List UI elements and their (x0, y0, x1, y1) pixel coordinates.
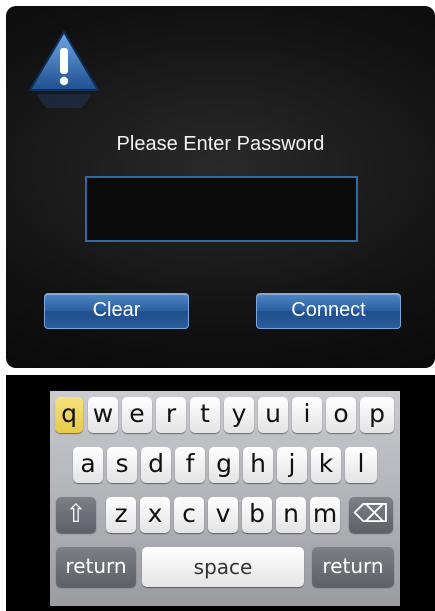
key-m[interactable]: m (310, 497, 340, 533)
key-y[interactable]: y (224, 397, 254, 433)
password-dialog: Please Enter Password Clear Connect (6, 6, 435, 368)
return-key-right[interactable]: return (312, 547, 394, 587)
key-d[interactable]: d (141, 447, 171, 483)
shift-key[interactable]: ⇧ (56, 497, 96, 533)
onscreen-keyboard: q w e r t y u i o p a s d f g h j k l ⇧ (50, 391, 400, 606)
clear-button[interactable]: Clear (44, 293, 189, 329)
backspace-key[interactable]: ⌫ (349, 497, 393, 533)
key-f[interactable]: f (175, 447, 205, 483)
key-z[interactable]: z (106, 497, 136, 533)
key-x[interactable]: x (140, 497, 170, 533)
key-t[interactable]: t (190, 397, 220, 433)
return-key-left[interactable]: return (56, 547, 136, 587)
key-a[interactable]: a (73, 447, 103, 483)
key-h[interactable]: h (243, 447, 273, 483)
key-u[interactable]: u (258, 397, 288, 433)
shift-icon: ⇧ (65, 499, 87, 528)
connect-button[interactable]: Connect (256, 293, 401, 329)
key-w[interactable]: w (88, 397, 118, 433)
password-input[interactable] (85, 176, 358, 242)
key-p[interactable]: p (360, 397, 394, 433)
key-e[interactable]: e (122, 397, 152, 433)
key-j[interactable]: j (277, 447, 307, 483)
key-g[interactable]: g (209, 447, 239, 483)
keyboard-area: q w e r t y u i o p a s d f g h j k l ⇧ (6, 375, 435, 611)
key-s[interactable]: s (107, 447, 137, 483)
key-c[interactable]: c (174, 497, 204, 533)
key-o[interactable]: o (326, 397, 356, 433)
key-b[interactable]: b (242, 497, 272, 533)
key-r[interactable]: r (156, 397, 186, 433)
key-q[interactable]: q (55, 397, 83, 433)
key-k[interactable]: k (311, 447, 341, 483)
key-n[interactable]: n (276, 497, 306, 533)
key-v[interactable]: v (208, 497, 238, 533)
backspace-icon: ⌫ (353, 499, 389, 528)
dialog-title: Please Enter Password (116, 133, 325, 155)
warning-icon (29, 31, 99, 108)
key-l[interactable]: l (345, 447, 377, 483)
space-key[interactable]: space (142, 547, 304, 587)
key-i[interactable]: i (292, 397, 322, 433)
